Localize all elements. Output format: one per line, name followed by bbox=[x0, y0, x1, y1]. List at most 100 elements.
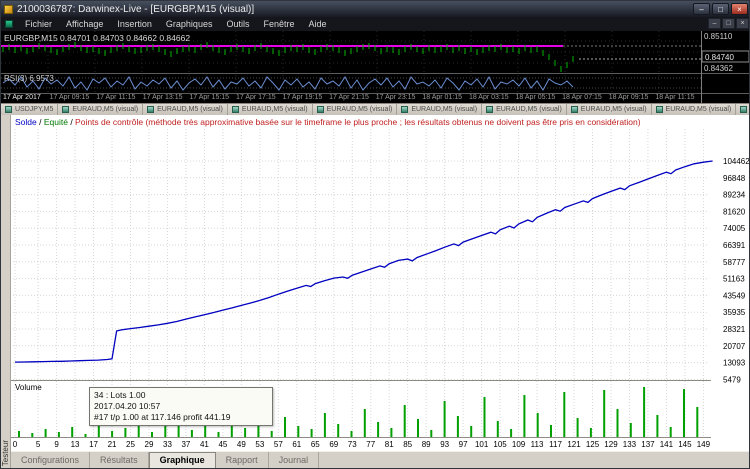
x-tick-label: 9 bbox=[54, 440, 59, 449]
mdi-minimize-button[interactable]: – bbox=[708, 18, 721, 29]
window-title: 2100036787: Darwinex-Live - [EURGBP,M15 … bbox=[17, 4, 254, 15]
trade-tooltip: 34 : Lots 1.002017.04.20 10:57#17 t/p 1.… bbox=[89, 387, 273, 426]
chart-tab-euraud-m5-visual[interactable]: EURAUD,M5 (visual) bbox=[652, 104, 737, 115]
legend-balance: Solde bbox=[15, 117, 37, 127]
chart-tab-euraud-m5-visual[interactable]: EURAUD,M5 (visual) bbox=[143, 104, 228, 115]
mdi-close-button[interactable]: × bbox=[736, 18, 749, 29]
x-tick-label: 145 bbox=[678, 440, 692, 449]
y-axis-labels: 1044629684889234816207400566391587775116… bbox=[723, 157, 750, 384]
y-tick-label: 5479 bbox=[723, 375, 741, 384]
menu-outils[interactable]: Outils bbox=[219, 17, 256, 31]
time-axis-label: 18 Apr 09:15 bbox=[609, 93, 656, 103]
chart-document-icon bbox=[5, 20, 13, 28]
time-axis-label: 18 Apr 03:15 bbox=[469, 93, 516, 103]
chart-tab-icon bbox=[401, 106, 408, 113]
mt4-window: 2100036787: Darwinex-Live - [EURGBP,M15 … bbox=[0, 0, 750, 469]
mdi-restore-button[interactable]: □ bbox=[722, 18, 735, 29]
x-tick-label: 49 bbox=[237, 440, 246, 449]
time-axis-label: 17 Apr 21:15 bbox=[329, 93, 376, 103]
x-tick-label: 53 bbox=[255, 440, 264, 449]
chart-tab-label: EURAUD,M5 (visual) bbox=[157, 106, 223, 113]
chart-tab-euraud-m5-visual[interactable]: EURAUD,M5 (visual) bbox=[567, 104, 652, 115]
chart-tab-euraud-m5-visual[interactable]: EURAUD,M5 (visual) bbox=[228, 104, 313, 115]
x-tick-label: 93 bbox=[440, 440, 449, 449]
time-axis-label: 17 Apr 23:15 bbox=[376, 93, 423, 103]
time-axis-label: 18 Apr 11:15 bbox=[655, 93, 702, 103]
tooltip-line: 34 : Lots 1.00 bbox=[94, 390, 268, 401]
symbol-ohlc-label: EURGBP,M15 0.84701 0.84703 0.84662 0.846… bbox=[4, 33, 190, 43]
x-tick-label: 89 bbox=[422, 440, 431, 449]
chart-tab-icon bbox=[740, 106, 747, 113]
legend-separator: / bbox=[37, 117, 44, 127]
tester-graph-area[interactable]: Solde / Equité / Points de contrôle (mét… bbox=[11, 115, 750, 451]
x-tick-label: 117 bbox=[549, 440, 562, 449]
chart-tab-euraud-m5-visual[interactable]: EURAUD,M5 (visual) bbox=[313, 104, 398, 115]
x-tick-label: 85 bbox=[403, 440, 412, 449]
tooltip-line: #17 t/p 1.00 at 117.146 profit 441.19 bbox=[94, 412, 268, 423]
tester-tab-rapport[interactable]: Rapport bbox=[216, 452, 269, 469]
chart-tab-label: EURAUD,M5 (visual) bbox=[496, 106, 562, 113]
chart-tab-euraud-m5-visual[interactable]: EURAUD,M5 (visual) bbox=[397, 104, 482, 115]
maximize-button[interactable]: □ bbox=[712, 3, 729, 15]
tester-tab-re-sultats[interactable]: Résultats bbox=[90, 452, 149, 469]
close-button[interactable]: × bbox=[731, 3, 748, 15]
minimize-button[interactable]: – bbox=[693, 3, 710, 15]
chart-tab-bar: USDJPY,M5EURAUD,M5 (visual)EURAUD,M5 (vi… bbox=[1, 103, 750, 115]
price-chart-panel[interactable]: 0.851100.847400.84362 EURGBP,M15 0.84701… bbox=[1, 31, 750, 103]
x-tick-label: 73 bbox=[348, 440, 357, 449]
x-tick-label: 113 bbox=[531, 440, 544, 449]
chart-tab-icon bbox=[232, 106, 239, 113]
chart-tab-euraud-m5-visual[interactable]: EURAUD,M5 (visual) bbox=[58, 104, 143, 115]
x-tick-label: 29 bbox=[145, 440, 154, 449]
menu-aide[interactable]: Aide bbox=[302, 17, 334, 31]
menu-items: FichierAffichageInsertionGraphiquesOutil… bbox=[18, 17, 334, 31]
x-tick-label: 105 bbox=[493, 440, 507, 449]
x-tick-label: 5 bbox=[36, 440, 41, 449]
time-axis-label: 17 Apr 11:15 bbox=[96, 93, 143, 103]
menu-fene-tre[interactable]: Fenêtre bbox=[256, 17, 301, 31]
menu-insertion[interactable]: Insertion bbox=[110, 17, 159, 31]
y-tick-label: 66391 bbox=[723, 241, 746, 250]
chart-tab-icon bbox=[317, 106, 324, 113]
chart-tab-icon bbox=[486, 106, 493, 113]
menu-affichage[interactable]: Affichage bbox=[59, 17, 110, 31]
x-tick-label: 121 bbox=[567, 440, 581, 449]
legend-separator: / bbox=[68, 117, 75, 127]
chart-tab-icon bbox=[5, 106, 12, 113]
chart-tab-euraud-m5-visual[interactable]: EURAUD,M5 (visual) bbox=[482, 104, 567, 115]
x-tick-label: 149 bbox=[697, 440, 711, 449]
menu-graphiques[interactable]: Graphiques bbox=[159, 17, 220, 31]
tester-tab-journal[interactable]: Journal bbox=[269, 452, 320, 469]
tester-tab-bar: ConfigurationsRésultatsGraphiqueRapportJ… bbox=[11, 451, 750, 469]
mdi-window-controls: – □ × bbox=[708, 18, 749, 29]
x-tick-label: 81 bbox=[385, 440, 394, 449]
tester-tab-configurations[interactable]: Configurations bbox=[11, 452, 90, 469]
x-tick-label: 25 bbox=[126, 440, 135, 449]
chart-tab-usdjpy-m5[interactable]: USDJPY,M5 bbox=[1, 104, 58, 115]
x-tick-label: 133 bbox=[623, 440, 637, 449]
menu-fichier[interactable]: Fichier bbox=[18, 17, 59, 31]
y-tick-label: 89234 bbox=[723, 191, 746, 200]
time-axis-label: 17 Apr 2017 bbox=[3, 93, 50, 103]
x-tick-label: 69 bbox=[329, 440, 338, 449]
chart-tab-icon bbox=[656, 106, 663, 113]
y-tick-label: 28321 bbox=[723, 325, 746, 334]
x-tick-label: 57 bbox=[274, 440, 283, 449]
chart-tab-euraud-m5-visual[interactable]: EURAUD,M5 (visual) bbox=[736, 104, 750, 115]
x-tick-label: 41 bbox=[200, 440, 209, 449]
chart-tab-label: EURAUD,M5 (visual) bbox=[666, 106, 732, 113]
window-controls: – □ × bbox=[693, 3, 748, 15]
tester-tab-graphique[interactable]: Graphique bbox=[149, 452, 216, 469]
tester-side-label: Testeur bbox=[1, 440, 11, 466]
x-axis-labels: 0591317212529333741454953576165697377818… bbox=[13, 440, 711, 449]
chart-tab-label: EURAUD,M5 (visual) bbox=[581, 106, 647, 113]
x-tick-label: 37 bbox=[181, 440, 190, 449]
time-axis-label: 18 Apr 01:15 bbox=[422, 93, 469, 103]
y-tick-label: 81620 bbox=[723, 207, 746, 216]
menu-bar: FichierAffichageInsertionGraphiquesOutil… bbox=[1, 17, 750, 31]
x-tick-label: 101 bbox=[475, 440, 489, 449]
title-bar[interactable]: 2100036787: Darwinex-Live - [EURGBP,M15 … bbox=[1, 1, 750, 17]
time-axis-label: 17 Apr 15:15 bbox=[189, 93, 236, 103]
chart-tab-label: EURAUD,M5 (visual) bbox=[72, 106, 138, 113]
tester-side-strip[interactable]: Testeur bbox=[1, 115, 11, 469]
